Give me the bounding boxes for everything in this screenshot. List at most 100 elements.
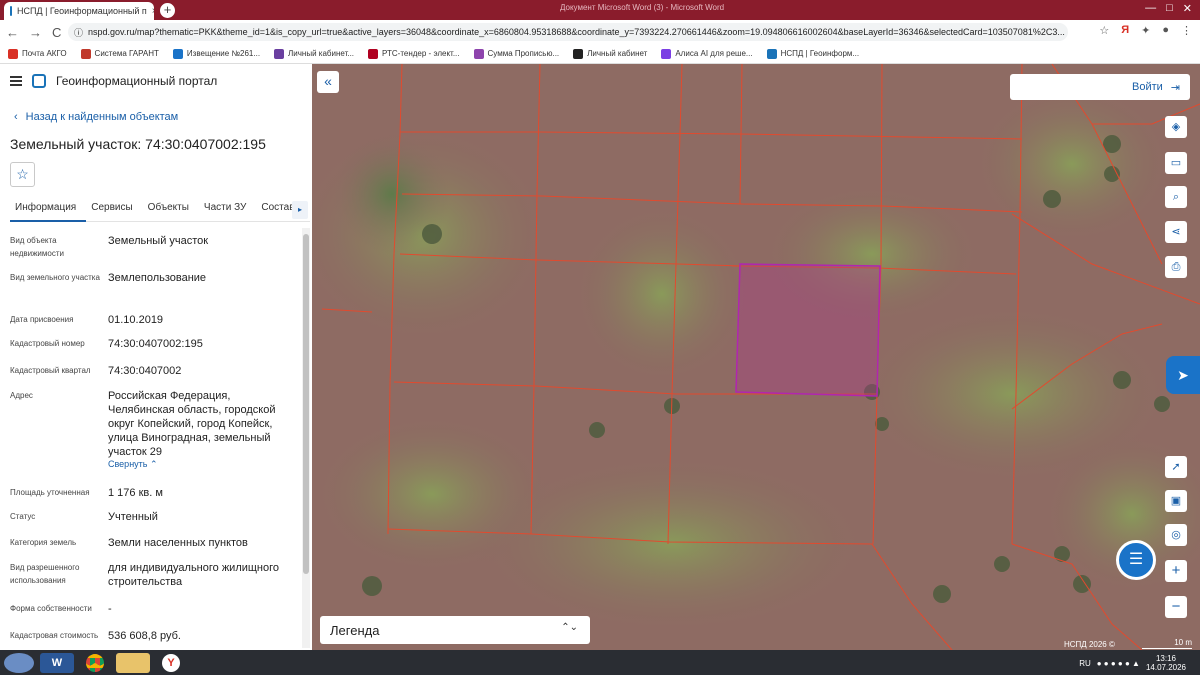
maximize-icon[interactable]: □ bbox=[1166, 2, 1173, 15]
bookmark-label: Сумма Прописью... bbox=[487, 49, 560, 58]
word-app-icon[interactable]: W bbox=[40, 653, 74, 673]
system-tray: RU ● ● ● ● ● ▲ 13:16 14.07.2026 bbox=[1079, 654, 1186, 672]
bookmark-item[interactable]: Личный кабинет bbox=[573, 48, 648, 59]
satellite-map bbox=[312, 64, 1200, 650]
legend-dropdown[interactable]: Легенда ⌃⌄ bbox=[320, 616, 590, 644]
location-icon[interactable]: ◎ bbox=[1165, 524, 1187, 546]
collapse-label: Свернуть bbox=[108, 459, 148, 469]
zoom-in-button[interactable]: + bbox=[1165, 560, 1187, 582]
map-copyright: НСПД 2026 © bbox=[1064, 640, 1115, 649]
login-button[interactable]: Войти ⇥ bbox=[1010, 74, 1190, 100]
tab-2[interactable]: Объекты bbox=[143, 196, 199, 222]
bookmark-item[interactable]: Сумма Прописью... bbox=[473, 48, 560, 59]
property-value: 74:30:0407002 bbox=[108, 365, 182, 377]
chrome-app-icon[interactable] bbox=[78, 653, 112, 673]
object-sidebar: Геоинформационный портал ‹ Назад к найде… bbox=[0, 64, 312, 650]
yandex-extension-icon[interactable]: Я bbox=[1121, 24, 1129, 37]
url-input[interactable]: ⓘ nspd.gov.ru/map?thematic=PKK&theme_id=… bbox=[68, 23, 1068, 41]
property-key: Вид объекта недвижимости bbox=[10, 236, 64, 258]
property-value: 01.10.2019 bbox=[108, 314, 164, 326]
tab-0[interactable]: Информация bbox=[10, 196, 87, 222]
menu-icon[interactable]: ⋮ bbox=[1181, 24, 1192, 37]
property-key: Форма собственности bbox=[10, 604, 92, 613]
yandex-app-icon[interactable]: Y bbox=[154, 653, 188, 673]
object-tabs: Информация Сервисы Объекты Части ЗУ Состав bbox=[10, 196, 310, 222]
browser-tabbar: НСПД | Геоинформационный п × + Документ … bbox=[0, 0, 1200, 20]
collapse-panel-icon[interactable]: « bbox=[317, 71, 339, 93]
extensions-icon[interactable]: ✦ bbox=[1141, 24, 1150, 37]
search-area-icon[interactable]: ⌕ bbox=[1165, 186, 1187, 208]
language-indicator[interactable]: RU bbox=[1079, 659, 1091, 668]
back-arrow-icon[interactable]: ← bbox=[6, 25, 19, 40]
property-value: Землепользование bbox=[108, 272, 207, 284]
login-label: Войти bbox=[1131, 81, 1163, 93]
bookmark-item[interactable]: Почта АКГО bbox=[8, 48, 67, 59]
print-icon[interactable]: ⎙ bbox=[1165, 256, 1187, 278]
profile-icon[interactable]: ● bbox=[1162, 24, 1169, 37]
portal-logo-icon bbox=[32, 74, 46, 88]
back-to-results-link[interactable]: ‹ Назад к найденным объектам bbox=[14, 111, 178, 123]
clock[interactable]: 13:16 14.07.2026 bbox=[1146, 654, 1186, 672]
property-key: Дата присвоения bbox=[10, 315, 74, 324]
collapse-address-link[interactable]: Свернуть ⌃ bbox=[108, 459, 158, 470]
property-key: Кадастровый номер bbox=[10, 339, 85, 348]
favorite-star-icon[interactable]: ☆ bbox=[10, 162, 35, 187]
property-key: Кадастровая стоимость bbox=[10, 631, 99, 640]
bookmarks-bar: Почта АКГО Система ГАРАНТ Извещение №261..… bbox=[0, 44, 1200, 64]
navigate-icon[interactable]: ➚ bbox=[1165, 456, 1187, 478]
explorer-app-icon[interactable] bbox=[116, 653, 150, 673]
property-value: для индивидуального жилищного строительс… bbox=[108, 562, 280, 588]
property-key: Площадь уточненная bbox=[10, 488, 90, 497]
sidebar-scrollbar[interactable] bbox=[302, 228, 310, 648]
star-bookmark-icon[interactable]: ☆ bbox=[1099, 24, 1109, 37]
address-bar: ← → C ⓘ nspd.gov.ru/map?thematic=PKK&the… bbox=[0, 20, 1200, 44]
sidebar-header: Геоинформационный портал bbox=[10, 74, 217, 88]
bookmark-label: Извещение №261... bbox=[186, 49, 261, 58]
ruler-icon[interactable]: ▭ bbox=[1165, 152, 1187, 174]
minimize-icon[interactable]: — bbox=[1145, 2, 1156, 15]
forward-arrow-icon[interactable]: → bbox=[29, 25, 42, 40]
bookmark-favicon-icon bbox=[80, 48, 91, 59]
tab-3[interactable]: Части ЗУ bbox=[199, 196, 256, 222]
share-icon[interactable]: ⋖ bbox=[1165, 221, 1187, 243]
tabs-scroll-right-icon[interactable]: ▸ bbox=[292, 201, 308, 219]
close-window-icon[interactable]: ✕ bbox=[1183, 2, 1192, 15]
zoom-out-button[interactable]: − bbox=[1165, 596, 1187, 618]
bookmark-favicon-icon bbox=[172, 48, 183, 59]
bookmark-favicon-icon bbox=[8, 48, 18, 59]
property-key: Кадастровый квартал bbox=[10, 366, 91, 375]
tab-1[interactable]: Сервисы bbox=[86, 196, 142, 222]
property-key: Адрес bbox=[10, 391, 33, 400]
map-view[interactable]: « Войти ⇥ ◈ ▭ ⌕ ⋖ ⎙ ➤ ➚ ▣ ◎ ☰ + − Легенд… bbox=[312, 64, 1200, 650]
bookmark-item[interactable]: Извещение №261... bbox=[172, 48, 261, 59]
bookmark-label: Личный кабинет... bbox=[288, 49, 355, 58]
help-panel-icon[interactable]: ➤ bbox=[1166, 356, 1200, 394]
window-caption: Документ Microsoft Word (3) - Microsoft … bbox=[560, 3, 725, 12]
new-tab-button[interactable]: + bbox=[160, 3, 175, 18]
start-button[interactable] bbox=[4, 653, 34, 673]
bookmark-item[interactable]: НСПД | Геоинформ... bbox=[766, 48, 859, 59]
property-value: 74:30:0407002:195 bbox=[108, 338, 203, 350]
hamburger-menu-icon[interactable] bbox=[10, 76, 22, 86]
tray-icons[interactable]: ● ● ● ● ● ▲ bbox=[1097, 659, 1140, 668]
reload-icon[interactable]: C bbox=[52, 25, 61, 40]
chat-icon[interactable]: ☰ bbox=[1116, 540, 1156, 580]
bookmark-favicon-icon bbox=[473, 48, 484, 59]
bookmark-label: Система ГАРАНТ bbox=[94, 49, 159, 58]
bookmark-label: Личный кабинет bbox=[587, 49, 648, 58]
property-key: Вид земельного участка bbox=[10, 273, 100, 282]
selected-parcel[interactable] bbox=[735, 263, 881, 397]
browser-tab[interactable]: НСПД | Геоинформационный п × bbox=[4, 2, 154, 20]
scrollbar-thumb[interactable] bbox=[303, 234, 309, 574]
layers-icon[interactable]: ◈ bbox=[1165, 116, 1187, 138]
chevron-left-icon: ‹ bbox=[14, 111, 18, 123]
bookmark-item[interactable]: РТС-тендер - элект... bbox=[368, 48, 460, 59]
bookmark-item[interactable]: Система ГАРАНТ bbox=[80, 48, 159, 59]
bookmark-label: Алиса AI для реше... bbox=[675, 49, 753, 58]
chevron-updown-icon: ⌃⌄ bbox=[561, 622, 578, 633]
close-icon[interactable]: × bbox=[152, 6, 154, 17]
minimap-icon[interactable]: ▣ bbox=[1165, 490, 1187, 512]
clock-time: 13:16 bbox=[1155, 654, 1176, 663]
bookmark-item[interactable]: Алиса AI для реше... bbox=[661, 48, 753, 59]
bookmark-item[interactable]: Личный кабинет... bbox=[274, 48, 355, 59]
